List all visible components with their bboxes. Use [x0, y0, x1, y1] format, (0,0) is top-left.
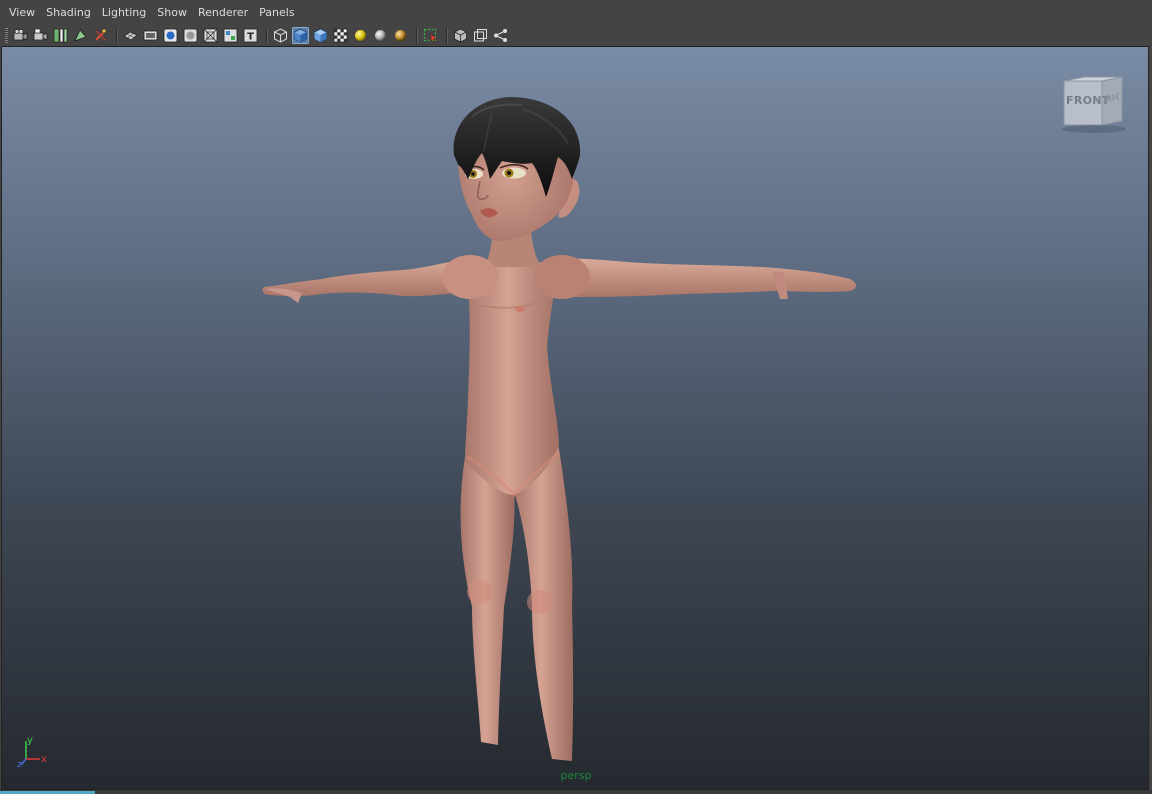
- z-axis-line: [20, 758, 27, 766]
- menu-lighting[interactable]: Lighting: [97, 0, 152, 25]
- isolate-select-icon[interactable]: [422, 27, 439, 44]
- resolution-gate-icon[interactable]: [162, 27, 179, 44]
- grease-pencil-icon[interactable]: [92, 27, 109, 44]
- field-chart-icon[interactable]: [202, 27, 219, 44]
- image-plane-icon[interactable]: [52, 27, 69, 44]
- toolbar-separator: [116, 27, 118, 44]
- shadows-icon[interactable]: [372, 27, 389, 44]
- film-gate-icon[interactable]: [142, 27, 159, 44]
- default-material-icon[interactable]: [312, 27, 329, 44]
- xray-icon[interactable]: [452, 27, 469, 44]
- menu-renderer[interactable]: Renderer: [193, 0, 254, 25]
- camera-attributes-icon[interactable]: [12, 27, 29, 44]
- svg-text:T: T: [247, 32, 254, 43]
- smooth-shade-icon[interactable]: [292, 27, 309, 44]
- panel-bottom-strip: [0, 790, 1152, 794]
- view-cube[interactable]: FRONT RIGHT: [1058, 75, 1128, 135]
- toolbar-grip[interactable]: [5, 28, 8, 43]
- y-axis-label: y: [27, 735, 33, 746]
- toolbar-separator: [446, 27, 448, 44]
- xray-active-components-icon[interactable]: [472, 27, 489, 44]
- camera-name-label: persp: [560, 769, 592, 782]
- character-left-arm: [550, 258, 856, 297]
- text-icon[interactable]: T: [242, 27, 259, 44]
- 3d-viewport[interactable]: FRONT RIGHT y x z persp: [1, 46, 1149, 790]
- x-axis-label: x: [41, 754, 47, 765]
- menu-show[interactable]: Show: [152, 0, 193, 25]
- z-axis-label: z: [17, 760, 22, 769]
- maya-viewport-panel: View Shading Lighting Show Renderer Pane…: [0, 0, 1152, 794]
- toolbar-separator: [266, 27, 268, 44]
- use-all-lights-icon[interactable]: [352, 27, 369, 44]
- grid-icon[interactable]: [122, 27, 139, 44]
- 2d-pan-zoom-icon[interactable]: [72, 27, 89, 44]
- character-right-arm: [262, 259, 472, 297]
- axis-gizmo: y x z: [16, 735, 52, 770]
- toolbar-separator: [416, 27, 418, 44]
- bookmark-icon[interactable]: [32, 27, 49, 44]
- safe-title-icon[interactable]: [222, 27, 239, 44]
- menu-view[interactable]: View: [4, 0, 41, 25]
- panel-menu-bar: View Shading Lighting Show Renderer Pane…: [0, 0, 1152, 25]
- ambient-occlusion-icon[interactable]: [392, 27, 409, 44]
- menu-shading[interactable]: Shading: [41, 0, 97, 25]
- view-cube-front-label[interactable]: FRONT: [1066, 94, 1109, 107]
- menu-panels[interactable]: Panels: [254, 0, 300, 25]
- wireframe-icon[interactable]: [272, 27, 289, 44]
- gate-mask-icon[interactable]: [182, 27, 199, 44]
- textured-icon[interactable]: [332, 27, 349, 44]
- xray-joints-icon[interactable]: [492, 27, 509, 44]
- character-model[interactable]: [2, 47, 1149, 790]
- panel-toolbar: T: [0, 25, 1152, 46]
